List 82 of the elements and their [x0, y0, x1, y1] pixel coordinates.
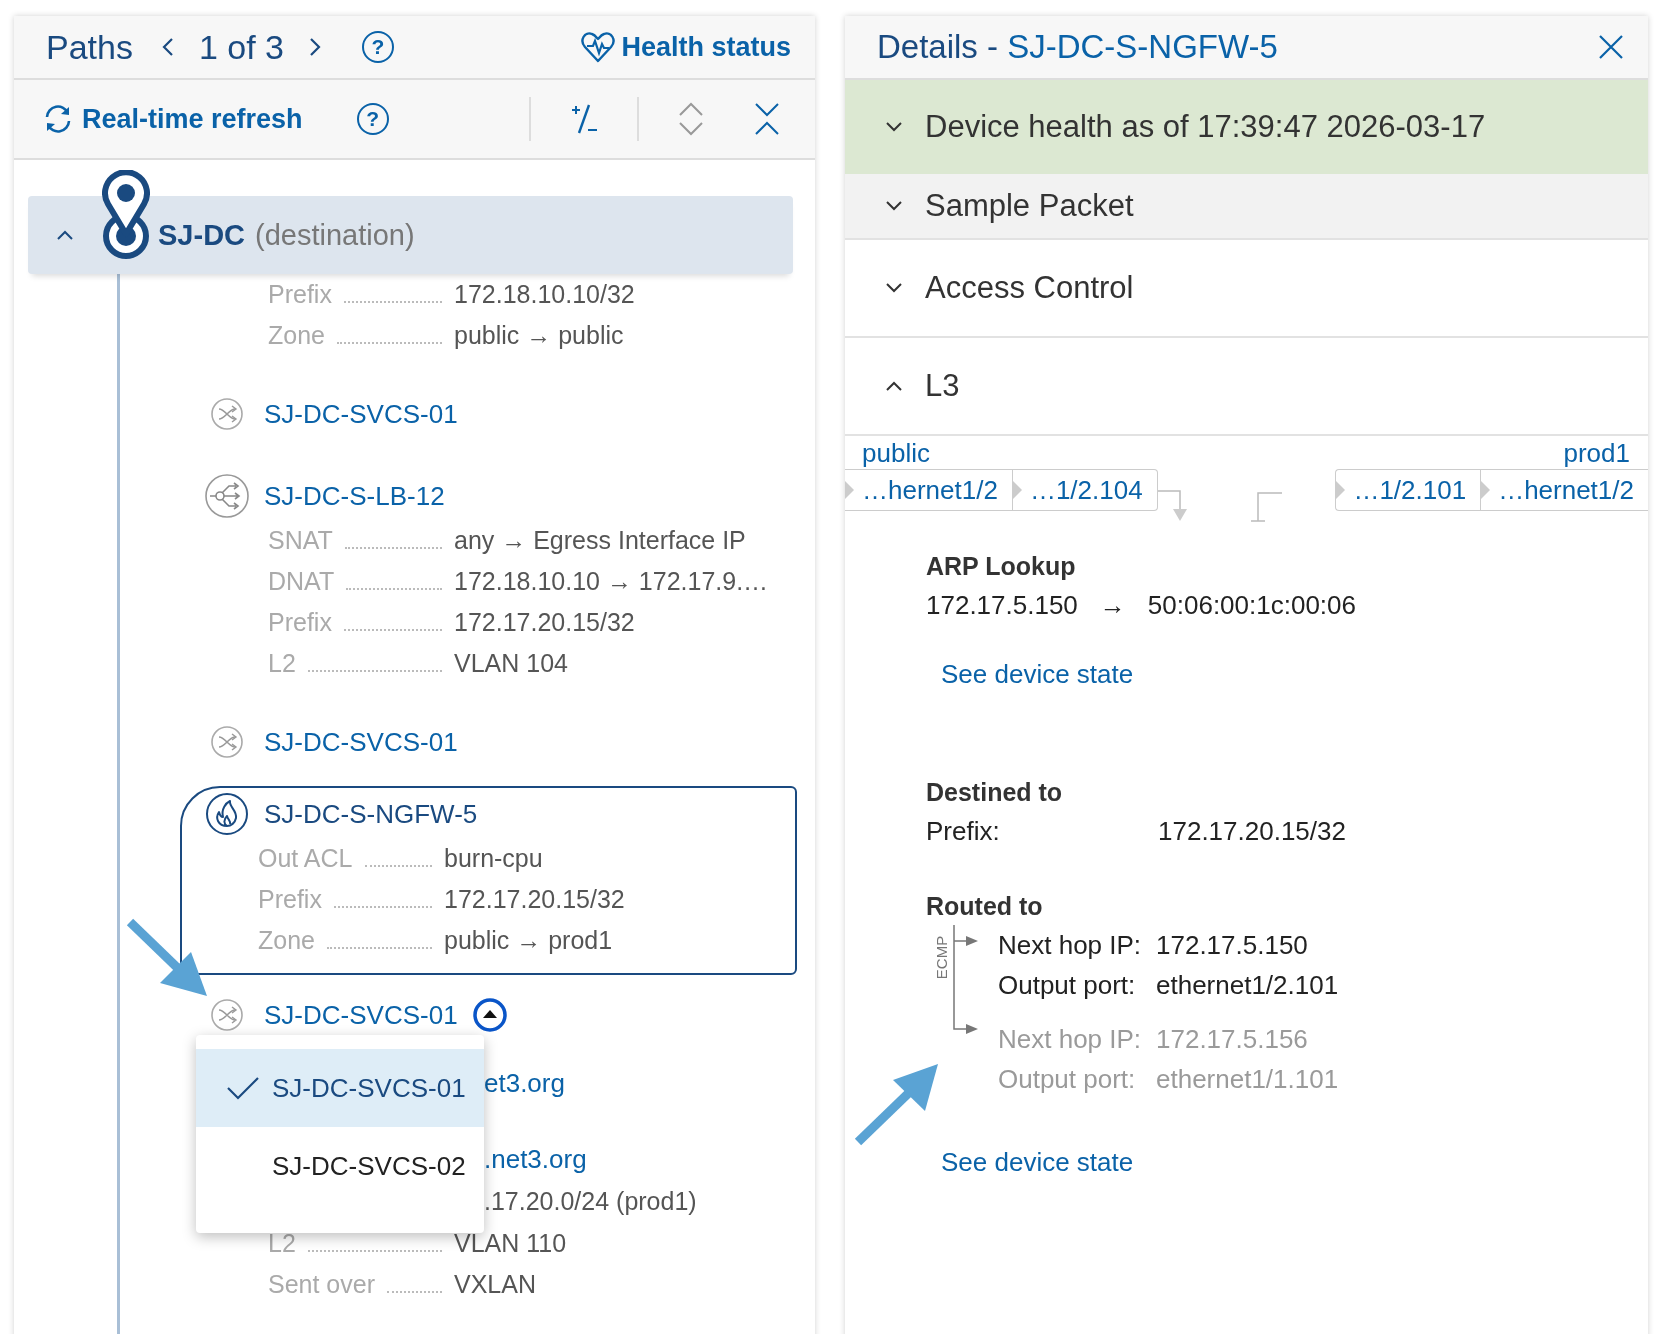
device-link[interactable]: SJ-DC-S-NGFW-5	[264, 798, 478, 830]
field-value: 172.17.20.15/32	[1158, 815, 1346, 847]
device-link[interactable]: SJ-DC-SVCS-01	[264, 398, 458, 430]
attribute-value: any → Egress Interface IP	[454, 526, 746, 555]
destination-row[interactable]: SJ-DC (destination)	[28, 196, 793, 274]
attribute-value: 172.17.20.15/32	[444, 885, 625, 914]
destination-label: (destination)	[255, 218, 415, 252]
section-header[interactable]: Sample Packet	[845, 174, 1648, 240]
interface-tag[interactable]: …hernet1/2	[1481, 470, 1648, 510]
section-header[interactable]: L3	[845, 338, 1648, 436]
attribute-label: Prefix	[268, 608, 332, 637]
dropdown-toggle-icon[interactable]	[471, 997, 508, 1033]
help-button[interactable]: ?	[356, 103, 389, 135]
field-label: Prefix:	[926, 815, 1001, 847]
see-device-state-link[interactable]: See device state	[845, 645, 1648, 703]
dropdown-option[interactable]: SJ-DC-SVCS-01	[196, 1049, 484, 1127]
checkmark-icon	[226, 1076, 260, 1100]
load-balancer-icon	[204, 473, 250, 519]
section-subtitle: Routed to	[926, 890, 1044, 922]
interface-tag[interactable]: …1/2.101	[1336, 470, 1482, 510]
zone-label: public	[862, 438, 930, 469]
close-icon[interactable]	[1598, 34, 1624, 60]
attribute-label: DNAT	[268, 567, 335, 596]
attribute-value: 172.18.10.10/32	[454, 280, 635, 309]
device-link[interactable]: SJ-DC-S-LB-12	[264, 480, 445, 512]
attribute-value: 172.17.20.15/32	[454, 608, 635, 637]
attribute-value: VXLAN	[454, 1270, 536, 1299]
interface-tag[interactable]: …hernet1/2	[845, 470, 1013, 510]
device-link[interactable]: et3.org	[484, 1067, 565, 1099]
expand-collapse-icon[interactable]	[569, 102, 599, 136]
section-header[interactable]: Access Control	[845, 240, 1648, 338]
attribute-label: L2	[268, 1229, 296, 1258]
attribute-label: Zone	[268, 321, 325, 350]
see-device-state-link[interactable]: See device state	[845, 1133, 1648, 1191]
section-subtitle: ARP Lookup	[926, 550, 1077, 582]
attribute-value: 172.18.10.10 → 172.17.9.…	[454, 567, 769, 596]
attribute-value: public → public	[454, 321, 624, 350]
health-status-link[interactable]: Health status	[621, 31, 791, 63]
panel-title: Paths	[46, 27, 133, 67]
ip-address: 172.17.5.150	[926, 589, 1078, 621]
location-pin-icon	[102, 170, 150, 260]
attribute-value: VLAN 104	[454, 649, 568, 678]
interface-tag[interactable]: …1/2.104	[1012, 470, 1157, 510]
attribute-label: Sent over	[268, 1270, 375, 1299]
switch-icon	[210, 998, 244, 1032]
switch-icon	[210, 397, 244, 431]
collapse-all-icon[interactable]	[753, 101, 781, 137]
next-hop-entry: Next hop IP: 172.17.5.150 Output port: ethernet1/2.101	[998, 928, 1339, 1002]
attribute-value: public → prod1	[444, 926, 613, 955]
caret-up-icon[interactable]	[56, 229, 74, 241]
panel-title: Details - SJ-DC-S-NGFW-5	[877, 28, 1278, 66]
attribute-value: burn-cpu	[444, 844, 543, 873]
heartbeat-icon	[581, 31, 616, 63]
device-link[interactable]: .net3.org	[484, 1143, 587, 1175]
selected-node-card[interactable]: SJ-DC-S-NGFW-5 Out ACL burn-cpu Prefix 172.17.20.15/32 Zone public → prod1	[180, 786, 797, 975]
flame-icon	[204, 791, 250, 837]
zone-label: prod1	[1563, 438, 1630, 469]
expand-all-icon[interactable]	[677, 101, 705, 137]
attribute-label: SNAT	[268, 526, 333, 555]
arrow-glyph: →	[1099, 589, 1126, 621]
switch-icon	[210, 725, 244, 759]
attribute-label: Prefix	[268, 280, 332, 309]
mac-address: 50:06:00:1c:00:06	[1147, 589, 1356, 621]
section-subtitle: Destined to	[926, 776, 1064, 808]
attribute-label: Prefix	[258, 885, 322, 914]
device-link[interactable]: SJ-DC-SVCS-01	[264, 726, 458, 758]
help-button[interactable]: ?	[362, 31, 395, 63]
dropdown-option[interactable]: SJ-DC-SVCS-02	[196, 1127, 484, 1205]
device-link[interactable]: SJ-DC-SVCS-01	[264, 999, 458, 1031]
attribute-label: Zone	[258, 926, 315, 955]
attribute-label: L2	[268, 649, 296, 678]
chevron-left-icon[interactable]	[160, 36, 175, 58]
next-hop-entry: Next hop IP: 172.17.5.156 Output port: ethernet1/1.101	[998, 1022, 1339, 1096]
destination-name: SJ-DC	[158, 218, 245, 252]
attribute-value: .17.20.0/24 (prod1)	[484, 1186, 697, 1216]
section-header[interactable]: Device health as of 17:39:47 2026-03-17	[845, 80, 1648, 174]
ecmp-label: ECMP	[933, 935, 951, 980]
attribute-label: Out ACL	[258, 844, 353, 873]
chevron-right-icon[interactable]	[308, 36, 323, 58]
attribute-value: VLAN 110	[454, 1229, 567, 1258]
page-counter: 1 of 3	[198, 27, 285, 67]
real-time-refresh-link[interactable]: Real-time refresh	[82, 103, 303, 135]
